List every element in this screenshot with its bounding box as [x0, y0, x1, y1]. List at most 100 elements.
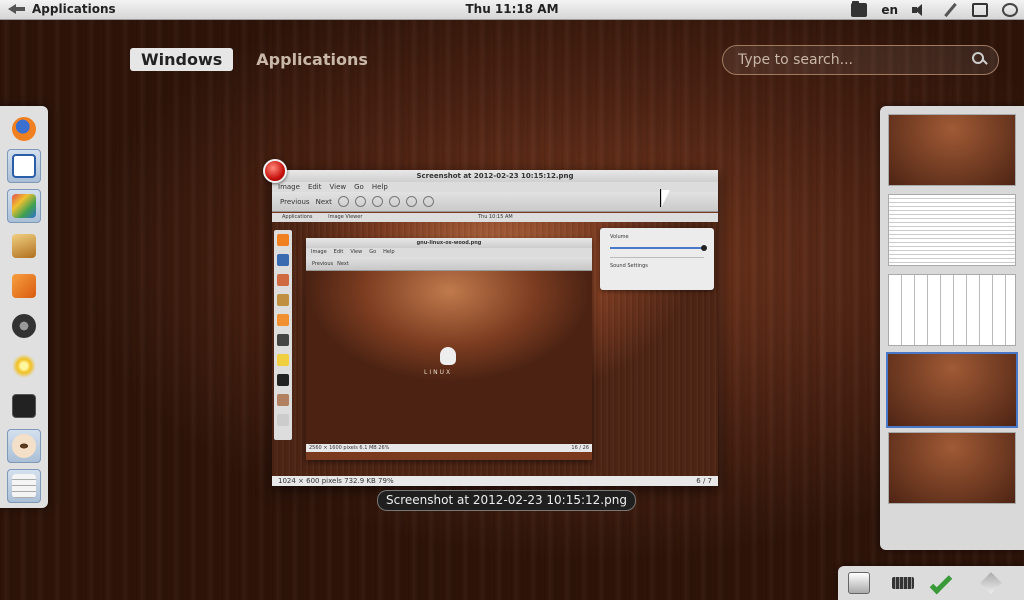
menu-help: Help	[371, 183, 388, 191]
inner-window-title: gnu-linux-os-wood.png	[306, 238, 592, 248]
workspace-3[interactable]	[888, 274, 1016, 346]
search-icon[interactable]	[968, 49, 990, 71]
inner-rss-icon	[277, 314, 289, 326]
previous-label: Previous	[280, 197, 310, 206]
inner-editor-icon	[277, 294, 289, 306]
rotate-left-icon	[405, 196, 417, 207]
dash-item-firefox[interactable]	[7, 112, 41, 146]
menu-edit: Edit	[307, 183, 322, 191]
workspace-4[interactable]	[886, 352, 1018, 428]
next-label: Next	[315, 197, 332, 206]
tab-applications[interactable]: Applications	[245, 48, 379, 71]
inner-menu-go: Go	[369, 249, 377, 255]
status-right: 6 / 7	[696, 477, 712, 485]
language-indicator[interactable]: en	[881, 3, 898, 17]
volume-separator	[610, 257, 704, 258]
dash-item-files[interactable]	[7, 469, 41, 503]
system-tray: en	[851, 1, 1018, 19]
inner-menu-image: Image	[311, 249, 327, 255]
dash-item-terminal[interactable]	[7, 389, 41, 423]
dash-item-image-viewer[interactable]	[7, 429, 41, 463]
inner-window: gnu-linux-os-wood.png Image Edit View Go…	[306, 238, 592, 460]
text-editor-icon	[12, 234, 36, 258]
workspace-1[interactable]	[888, 114, 1016, 186]
status-left: 1024 × 600 pixels 732.9 KB 79%	[278, 477, 394, 485]
writer-icon	[12, 154, 36, 178]
photos-icon	[12, 194, 36, 218]
inner-star-icon	[277, 354, 289, 366]
inner-window-menu: Image Edit View Go Help	[306, 248, 592, 257]
window-menubar: Image Edit View Go Help	[272, 182, 718, 192]
dash-item-star[interactable]	[7, 349, 41, 383]
pen-icon[interactable]	[942, 3, 958, 17]
rotate-right-icon	[422, 196, 434, 207]
dash-item-rss[interactable]	[7, 269, 41, 303]
dash	[0, 106, 48, 508]
linux-logo-text: LINUX	[424, 369, 453, 376]
inner-firefox-icon	[277, 234, 289, 246]
mouse-pointer-icon	[660, 189, 670, 207]
inner-photos-icon	[277, 274, 289, 286]
zoom-normal-icon	[371, 196, 383, 207]
close-window-button[interactable]	[263, 159, 287, 183]
inner-files-icon	[277, 414, 289, 426]
inner-previous-label: Previous	[312, 260, 334, 267]
window-statusbar: 1024 × 600 pixels 732.9 KB 79% 6 / 7	[272, 476, 718, 486]
folder-icon[interactable]	[851, 1, 868, 17]
window-thumbnail[interactable]: Screenshot at 2012-02-23 10:15:12.png Im…	[272, 170, 718, 486]
menu-go: Go	[354, 183, 364, 191]
camera-icon	[12, 314, 36, 338]
workspaces-panel	[880, 106, 1024, 550]
inner-window-toolbar: Previous Next	[306, 257, 592, 271]
window-caption: Screenshot at 2012-02-23 10:15:12.png	[377, 490, 636, 511]
inner-status-right: 16 / 26	[571, 445, 589, 451]
menu-view: View	[329, 183, 347, 191]
eject-icon[interactable]	[848, 572, 870, 594]
search-input[interactable]	[738, 52, 968, 68]
volume-popup: Volume Sound Settings	[600, 228, 714, 290]
inner-clock: Thu 10:15 AM	[478, 214, 513, 220]
battery-icon[interactable]	[972, 3, 988, 17]
star-icon	[12, 354, 36, 378]
inner-window-image: LINUX 2560 × 1600 pixels 6.1 MB 26% 16 /…	[306, 271, 592, 452]
inner-menu-edit: Edit	[333, 249, 344, 255]
dash-item-photos[interactable]	[7, 189, 41, 223]
power-icon[interactable]	[1002, 3, 1018, 17]
eye-of-gnome-icon	[12, 434, 36, 458]
layers-icon[interactable]	[980, 572, 1002, 594]
sound-settings-label: Sound Settings	[610, 263, 648, 269]
inner-app-name: Image Viewer	[328, 214, 363, 220]
tab-windows[interactable]: Windows	[130, 48, 234, 71]
inner-dash	[274, 230, 292, 440]
inner-statusbar: 2560 × 1600 pixels 6.1 MB 26% 16 / 26	[306, 444, 592, 452]
inner-menu-help: Help	[383, 249, 395, 255]
inner-camera-icon	[277, 334, 289, 346]
dash-item-camera[interactable]	[7, 309, 41, 343]
window-toolbar: Previous Next	[272, 192, 718, 212]
zoom-in-icon	[337, 196, 349, 207]
inner-applications-label: Applications	[282, 214, 313, 220]
dash-item-text-editor[interactable]	[7, 229, 41, 263]
search-box	[722, 45, 999, 75]
top-panel: Applications Thu 11:18 AM en	[0, 0, 1024, 20]
inner-terminal-icon	[277, 374, 289, 386]
volume-icon[interactable]	[912, 3, 928, 17]
zoom-fit-icon	[388, 196, 400, 207]
message-tray	[838, 566, 1024, 600]
inner-next-label: Next	[337, 260, 349, 267]
inner-writer-icon	[277, 254, 289, 266]
overview-tabs: Windows Applications	[130, 48, 379, 71]
keyboard-icon[interactable]	[892, 577, 914, 589]
workspace-2[interactable]	[888, 194, 1016, 266]
workspace-5[interactable]	[888, 432, 1016, 504]
volume-slider	[610, 245, 707, 251]
inner-top-panel: Applications Image Viewer Thu 10:15 AM	[272, 213, 718, 222]
window-content: gnu-linux-os-wood.png Image Edit View Go…	[272, 222, 718, 476]
tux-logo-icon	[440, 347, 456, 365]
dash-item-writer[interactable]	[7, 149, 41, 183]
inner-menu-view: View	[350, 249, 363, 255]
volume-label: Volume	[610, 234, 629, 240]
check-icon[interactable]	[929, 571, 953, 595]
firefox-icon	[12, 117, 36, 141]
inner-status-left: 2560 × 1600 pixels 6.1 MB 26%	[309, 445, 390, 451]
